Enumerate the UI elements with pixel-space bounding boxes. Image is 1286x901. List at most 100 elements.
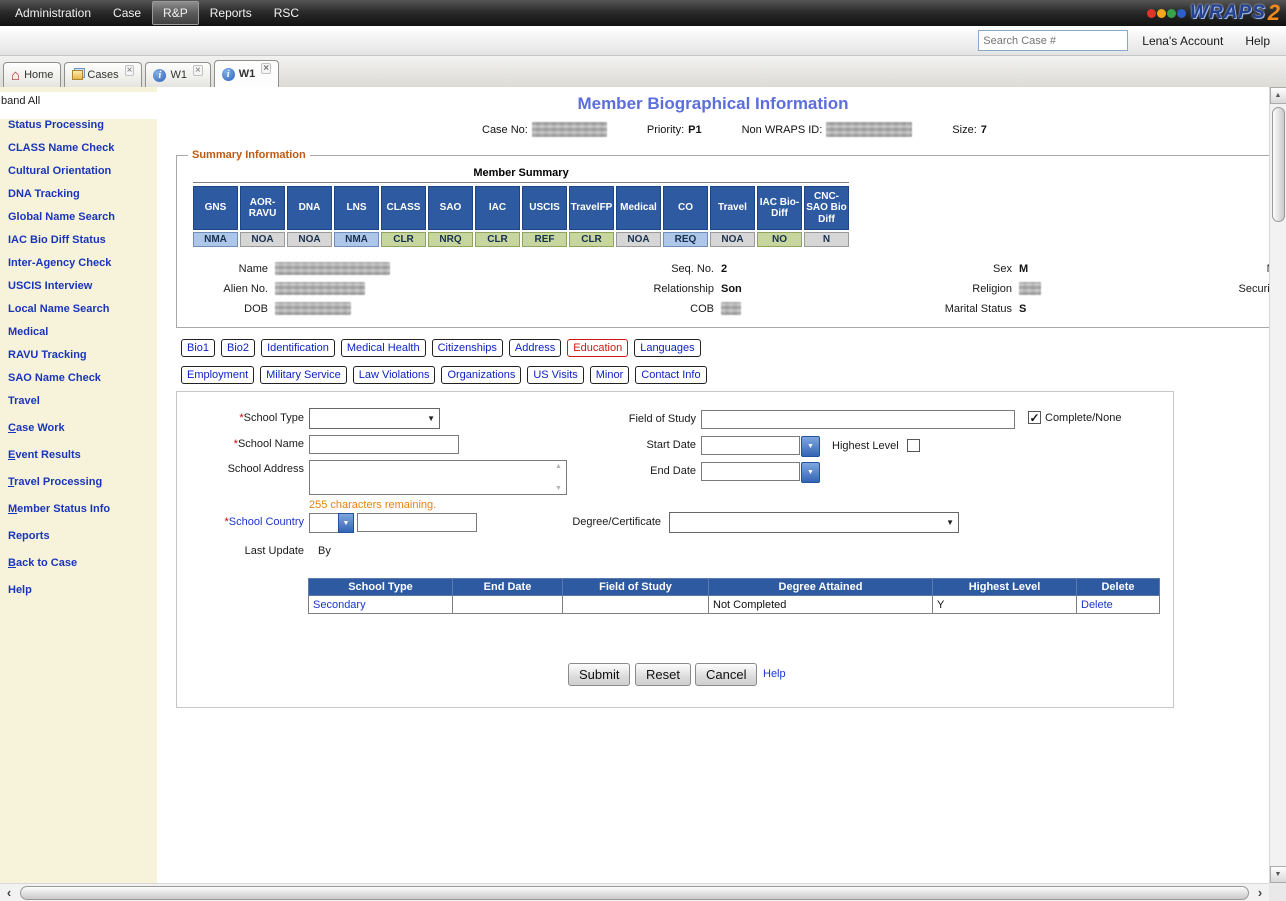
start-date-calendar-button[interactable]: ▼ xyxy=(801,436,820,457)
menu-rp[interactable]: R&P xyxy=(152,1,199,25)
sidebar-item-back-to-case[interactable]: Back to Case xyxy=(0,557,157,569)
tab-w1-first[interactable]: i W1 × xyxy=(145,62,210,87)
search-case-input[interactable] xyxy=(978,30,1128,51)
scroll-left-button[interactable]: ‹ xyxy=(0,885,18,900)
close-icon[interactable]: × xyxy=(261,63,271,74)
sidebar-item-cultural-orientation[interactable]: Cultural Orientation xyxy=(0,165,157,177)
sidebar-item-inter-agency-check[interactable]: Inter-Agency Check xyxy=(0,257,157,269)
cancel-button[interactable]: Cancel xyxy=(695,663,757,686)
close-icon[interactable]: × xyxy=(193,65,203,76)
school-country-code-box[interactable] xyxy=(309,513,338,533)
sidebar-item-help[interactable]: Help xyxy=(0,584,157,596)
biotab-us-visits[interactable]: US Visits xyxy=(527,366,583,384)
sidebar-item-uscis-interview[interactable]: USCIS Interview xyxy=(0,280,157,292)
sidebar-item-local-name-search[interactable]: Local Name Search xyxy=(0,303,157,315)
tab-w1-active[interactable]: i W1 × xyxy=(214,60,279,87)
status-badge-co: REQ xyxy=(663,232,708,247)
tab-home[interactable]: ⌂ Home xyxy=(3,62,61,87)
home-icon: ⌂ xyxy=(11,70,20,81)
scroll-right-button[interactable]: › xyxy=(1251,885,1269,900)
start-date-input[interactable] xyxy=(701,436,800,455)
status-badge-cnc-sao-bio-diff: N xyxy=(804,232,849,247)
biotab-organizations[interactable]: Organizations xyxy=(441,366,521,384)
sidebar-item-case-work[interactable]: Case Work xyxy=(0,422,157,434)
complete-none-checkbox[interactable]: ✓ xyxy=(1028,411,1041,424)
vertical-scrollbar[interactable]: ▲ ▼ xyxy=(1269,87,1286,883)
tab-cases[interactable]: Cases × xyxy=(64,62,142,87)
biotab-contact-info[interactable]: Contact Info xyxy=(635,366,706,384)
menu-reports[interactable]: Reports xyxy=(199,1,263,25)
record-school-type-link[interactable]: Secondary xyxy=(313,599,366,611)
sidebar-item-ravu-tracking[interactable]: RAVU Tracking xyxy=(0,349,157,361)
main-area: band All Status Processing CLASS Name Ch… xyxy=(0,87,1286,883)
account-link[interactable]: Lena's Account xyxy=(1142,34,1223,48)
submit-button[interactable]: Submit xyxy=(568,663,630,686)
highest-level-checkbox[interactable]: ✓ xyxy=(907,439,920,452)
col-degree-attained: Degree Attained xyxy=(709,579,933,596)
biotab-minor[interactable]: Minor xyxy=(590,366,630,384)
reset-button[interactable]: Reset xyxy=(635,663,691,686)
degree-certificate-select[interactable]: ▼ xyxy=(669,512,959,533)
cob-label: COB xyxy=(543,303,721,315)
relationship-label: Relationship xyxy=(543,283,721,295)
biotab-citizenships[interactable]: Citizenships xyxy=(432,339,503,357)
form-help-link[interactable]: Help xyxy=(763,668,786,680)
horizontal-scrollbar[interactable]: ‹ › xyxy=(0,883,1269,901)
biotab-bio2[interactable]: Bio2 xyxy=(221,339,255,357)
col-field-of-study: Field of Study xyxy=(563,579,709,596)
record-delete-link[interactable]: Delete xyxy=(1081,599,1113,611)
sidebar-item-reports[interactable]: Reports xyxy=(0,530,157,542)
biotab-identification[interactable]: Identification xyxy=(261,339,335,357)
sidebar-item-travel[interactable]: Travel xyxy=(0,395,157,407)
status-badge-sao: NRQ xyxy=(428,232,473,247)
sidebar-item-event-results[interactable]: Event Results xyxy=(0,449,157,461)
biotab-address[interactable]: Address xyxy=(509,339,561,357)
menu-rsc[interactable]: RSC xyxy=(263,1,310,25)
sidebar-item-medical[interactable]: Medical xyxy=(0,326,157,338)
scroll-up-button[interactable]: ▲ xyxy=(1270,87,1286,104)
biotab-law-violations[interactable]: Law Violations xyxy=(353,366,436,384)
sidebar-item-iac-bio-diff-status[interactable]: IAC Bio Diff Status xyxy=(0,234,157,246)
school-country-dropdown-button[interactable]: ▼ xyxy=(338,513,354,533)
sidebar-item-status-processing[interactable]: Status Processing xyxy=(0,119,157,131)
dropdown-arrow-icon: ▼ xyxy=(343,520,350,527)
biotab-education[interactable]: Education xyxy=(567,339,628,357)
textarea-scroll-steppers[interactable]: ▲ ▼ xyxy=(553,463,564,492)
sidebar-item-global-name-search[interactable]: Global Name Search xyxy=(0,211,157,223)
wraps-logo: WRAPS 2 xyxy=(1147,0,1280,26)
end-date-calendar-button[interactable]: ▼ xyxy=(801,462,820,483)
biotab-bio1[interactable]: Bio1 xyxy=(181,339,215,357)
school-name-input[interactable] xyxy=(309,435,459,454)
menu-administration[interactable]: Administration xyxy=(4,1,102,25)
school-address-textarea[interactable]: ▲ ▼ xyxy=(309,460,567,495)
field-of-study-input[interactable] xyxy=(701,410,1015,429)
scroll-down-button[interactable]: ▼ xyxy=(1270,866,1286,883)
biotab-military-service[interactable]: Military Service xyxy=(260,366,347,384)
expand-all-link[interactable]: band All xyxy=(0,92,157,119)
record-degree-attained: Not Completed xyxy=(709,596,933,614)
sidebar-item-dna-tracking[interactable]: DNA Tracking xyxy=(0,188,157,200)
alien-no-label: Alien No. xyxy=(185,283,275,295)
biotab-languages[interactable]: Languages xyxy=(634,339,700,357)
sidebar-item-travel-processing[interactable]: Travel Processing xyxy=(0,476,157,488)
page-title: Member Biographical Information xyxy=(157,94,1269,114)
sidebar-item-sao-name-check[interactable]: SAO Name Check xyxy=(0,372,157,384)
biotab-employment[interactable]: Employment xyxy=(181,366,254,384)
end-date-input[interactable] xyxy=(701,462,800,481)
school-country-input[interactable] xyxy=(357,513,477,532)
sidebar-item-member-status-info[interactable]: Member Status Info xyxy=(0,503,157,515)
horizontal-scroll-thumb[interactable] xyxy=(20,886,1249,900)
dropdown-arrow-icon: ▼ xyxy=(807,469,814,476)
vertical-scroll-thumb[interactable] xyxy=(1272,107,1285,222)
menu-case[interactable]: Case xyxy=(102,1,152,25)
school-type-select[interactable]: ▼ xyxy=(309,408,440,429)
dropdown-arrow-icon: ▼ xyxy=(807,443,814,450)
topbar-help-link[interactable]: Help xyxy=(1245,34,1270,48)
biotab-medical-health[interactable]: Medical Health xyxy=(341,339,426,357)
summary-col-lns: LNS xyxy=(334,186,379,230)
sidebar-item-class-name-check[interactable]: CLASS Name Check xyxy=(0,142,157,154)
close-icon[interactable]: × xyxy=(125,65,135,76)
school-country-combo[interactable]: ▼ xyxy=(309,513,354,533)
wraps-application: Administration Case R&P Reports RSC WRAP… xyxy=(0,0,1286,883)
dob-value-redacted xyxy=(275,302,351,315)
